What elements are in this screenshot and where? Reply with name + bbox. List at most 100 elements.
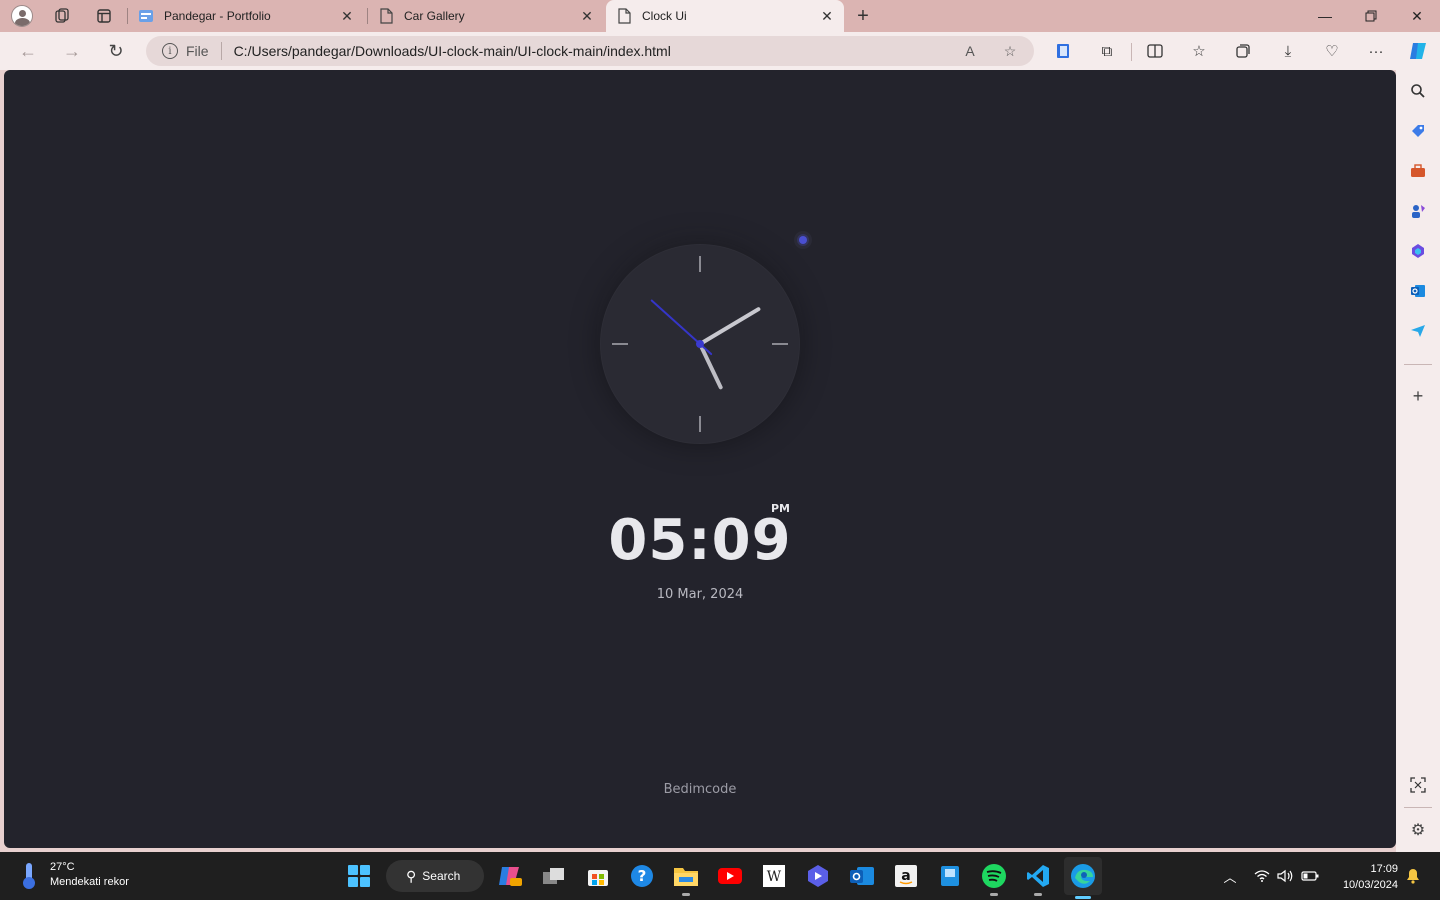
wikipedia-app[interactable]: W: [758, 860, 790, 892]
browser-toolbar: ← → ↻ i File C:/Users/pandegar/Downloads…: [0, 32, 1440, 70]
edge-sidebar: + ⚙: [1396, 70, 1440, 852]
show-hidden-icons-icon[interactable]: ︿: [1220, 866, 1240, 886]
globe-icon: [138, 8, 154, 24]
thermometer-icon: [18, 861, 40, 889]
copilot-icon[interactable]: [1406, 39, 1430, 63]
search-label: Search: [422, 869, 461, 883]
close-tab-icon[interactable]: ✕: [576, 5, 598, 27]
notes-app[interactable]: [934, 860, 966, 892]
svg-text:a: a: [901, 868, 910, 884]
close-tab-icon[interactable]: ✕: [336, 5, 358, 27]
vscode-app[interactable]: [1022, 860, 1054, 896]
settings-gear-icon[interactable]: ⚙: [1408, 820, 1428, 840]
start-button[interactable]: [343, 860, 375, 892]
get-help-app[interactable]: ?: [626, 860, 658, 892]
favorites-icon[interactable]: ☆: [1187, 39, 1211, 63]
microsoft-365-icon[interactable]: [1408, 241, 1428, 261]
more-options-icon[interactable]: ···: [1364, 39, 1388, 63]
read-aloud-icon[interactable]: A: [960, 41, 980, 61]
restore-button[interactable]: [1348, 0, 1394, 32]
tab-title: Car Gallery: [404, 9, 465, 23]
tab-title: Clock Ui: [642, 9, 687, 23]
outlook-app[interactable]: [846, 860, 878, 892]
minute-hand: [698, 306, 762, 346]
weather-temp: 27°C: [50, 861, 75, 873]
theme-toggle-button[interactable]: [794, 231, 812, 249]
page-icon: [616, 8, 632, 24]
meridiem-label: PM: [771, 502, 791, 515]
tools-icon[interactable]: [1408, 161, 1428, 181]
app-icon[interactable]: [1051, 39, 1075, 63]
clock-center: [696, 340, 704, 348]
downloads-icon[interactable]: ⤓: [1276, 39, 1300, 63]
info-icon[interactable]: i: [162, 43, 178, 59]
tab-clock-ui[interactable]: Clock Ui ✕: [606, 0, 844, 32]
close-window-button[interactable]: ✕: [1394, 0, 1440, 32]
tick-3: [772, 343, 788, 345]
search-icon[interactable]: [1408, 81, 1428, 101]
browser-title-bar: Pandegar - Portfolio ✕ Car Gallery ✕ Clo…: [0, 0, 1440, 32]
edge-app[interactable]: [1064, 857, 1102, 899]
tab-car-gallery[interactable]: Car Gallery ✕: [368, 0, 604, 32]
tab-portfolio[interactable]: Pandegar - Portfolio ✕: [128, 0, 364, 32]
url-text[interactable]: C:/Users/pandegar/Downloads/UI-clock-mai…: [234, 43, 671, 59]
split-screen-icon[interactable]: [1143, 39, 1167, 63]
notification-bell-icon[interactable]: [1403, 866, 1423, 886]
scheme-label: File: [186, 43, 209, 59]
favorite-star-icon[interactable]: ☆: [1000, 41, 1020, 61]
volume-icon[interactable]: [1275, 866, 1295, 886]
digital-date: 10 Mar, 2024: [656, 587, 744, 602]
new-tab-button[interactable]: +: [850, 4, 876, 28]
analog-clock: [600, 244, 800, 444]
performance-icon[interactable]: ♡: [1320, 39, 1344, 63]
page-viewport: 05:09 PM 10 Mar, 2024 Bedimcode: [4, 70, 1396, 848]
weather-widget[interactable]: 27°C Mendekati rekor: [18, 860, 129, 890]
extensions-icon[interactable]: ⧉: [1095, 39, 1119, 63]
amazon-app[interactable]: a: [890, 860, 922, 892]
games-icon[interactable]: [1408, 201, 1428, 221]
collections-icon[interactable]: [1231, 39, 1255, 63]
workspaces-icon[interactable]: [50, 4, 74, 28]
file-explorer-app[interactable]: [670, 860, 702, 896]
tick-6: [699, 416, 701, 432]
add-sidebar-app-icon[interactable]: +: [1408, 386, 1428, 406]
drop-send-icon[interactable]: [1408, 321, 1428, 341]
taskbar-search[interactable]: ⚲ Search: [386, 860, 484, 892]
tab-actions-icon[interactable]: [92, 4, 116, 28]
close-tab-icon[interactable]: ✕: [816, 5, 838, 27]
microsoft-store-app[interactable]: [582, 860, 614, 892]
shopping-tag-icon[interactable]: [1408, 121, 1428, 141]
tick-12: [699, 256, 701, 272]
back-icon[interactable]: ←: [14, 38, 42, 64]
battery-icon[interactable]: [1300, 866, 1320, 886]
second-hand: [650, 299, 713, 356]
address-bar[interactable]: i File C:/Users/pandegar/Downloads/UI-cl…: [146, 36, 1034, 66]
tab-title: Pandegar - Portfolio: [164, 9, 271, 23]
system-clock[interactable]: 17:09 10/03/2024: [1330, 861, 1398, 893]
search-icon: ⚲: [406, 867, 417, 884]
digital-time: 05:09: [608, 508, 792, 573]
copilot-pre-app[interactable]: [494, 860, 526, 892]
system-date: 10/03/2024: [1342, 879, 1398, 891]
minimize-button[interactable]: —: [1302, 0, 1348, 32]
profile-icon[interactable]: [10, 4, 34, 28]
windows-logo-icon: [348, 865, 370, 887]
page-icon: [378, 8, 394, 24]
author-credit[interactable]: Bedimcode: [4, 782, 1396, 797]
svg-text:W: W: [767, 869, 782, 885]
forward-icon[interactable]: →: [58, 38, 86, 64]
windows-taskbar: 27°C Mendekati rekor ⚲ Search ? W a ︿ 17…: [0, 852, 1440, 900]
sun-icon: [799, 236, 807, 244]
hour-hand: [698, 343, 724, 390]
outlook-icon[interactable]: [1408, 281, 1428, 301]
tick-9: [612, 343, 628, 345]
copilot-app[interactable]: [802, 860, 834, 892]
wifi-icon[interactable]: [1252, 866, 1272, 886]
spotify-app[interactable]: [978, 860, 1010, 896]
task-view-app[interactable]: [538, 860, 570, 892]
svg-text:?: ?: [638, 867, 647, 885]
system-time: 17:09: [1370, 863, 1398, 875]
refresh-icon[interactable]: ↻: [102, 38, 130, 64]
youtube-app[interactable]: [714, 860, 746, 892]
screenshot-icon[interactable]: [1408, 775, 1428, 795]
